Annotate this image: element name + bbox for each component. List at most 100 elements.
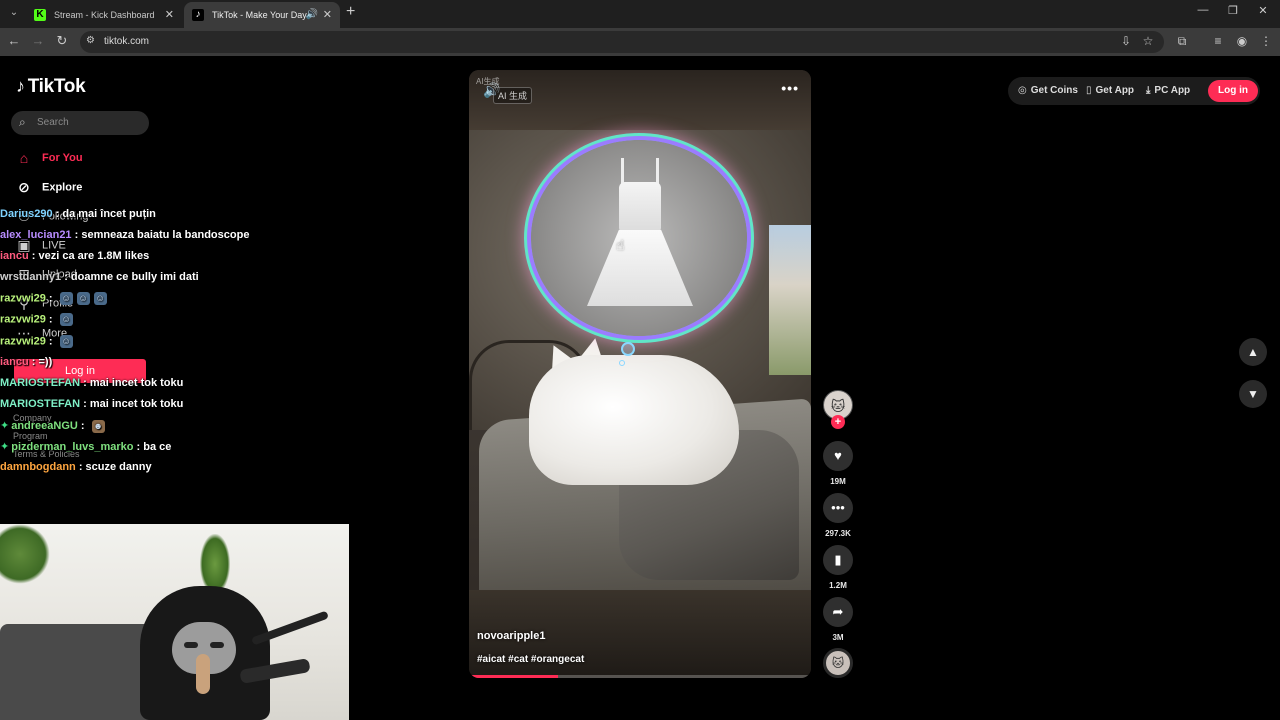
pc-app-button[interactable]: ⤓ PC App: [1146, 80, 1190, 102]
chat-text: : doamne ce bully imi dati: [61, 271, 199, 284]
menu-icon[interactable]: ⋮: [1258, 34, 1274, 48]
reload-icon[interactable]: ↻: [54, 33, 70, 49]
like-button[interactable]: ♥: [823, 441, 853, 471]
chat-message: iancu : =)): [0, 356, 360, 377]
chat-message: MARIOSTEFAN : mai incet tok toku: [0, 398, 360, 419]
back-icon[interactable]: ←: [6, 33, 22, 48]
profile-icon[interactable]: ◉: [1234, 34, 1250, 48]
video-scene: [529, 355, 739, 485]
ghost-emote-icon: ☺: [76, 292, 90, 306]
sidebar-item-label: For You: [42, 152, 83, 164]
extensions-icon[interactable]: ⧉: [1174, 34, 1190, 49]
chat-message: ✦ andreeaNGU : ☻: [0, 419, 360, 440]
chat-message: razvwi29 : ☺: [0, 313, 360, 334]
follow-plus-icon[interactable]: +: [831, 415, 845, 429]
share-count: 3M: [832, 633, 844, 642]
ghost-emote-icon: ☺: [59, 292, 73, 306]
video-author[interactable]: novoaripple1: [477, 630, 545, 642]
address-bar[interactable]: ⚙ tiktok.com: [80, 31, 1164, 53]
video-scene: [656, 158, 659, 184]
mask-eye: [210, 642, 224, 648]
download-icon: ⤓: [1146, 85, 1151, 96]
minimize-icon[interactable]: —: [1196, 4, 1210, 16]
new-tab-button[interactable]: +: [346, 3, 355, 21]
chat-text: : vezi ca are 1.8M likes: [28, 250, 150, 263]
phone-icon: ▯: [1086, 85, 1092, 96]
close-tab-icon[interactable]: ✕: [165, 2, 174, 28]
ghost-emote-icon: ☺: [59, 313, 73, 327]
chat-message: alex_lucian21 : semneaza baiatu la bando…: [0, 229, 360, 250]
ghost-emote-icon: ☺: [93, 292, 107, 306]
get-app-button[interactable]: ▯ Get App: [1086, 80, 1134, 102]
ai-generated-badge: AI 生成: [493, 87, 533, 104]
pc-app-label: PC App: [1154, 85, 1191, 96]
login-button[interactable]: Log in: [1208, 80, 1258, 102]
chat-username: damnbogdann: [0, 461, 76, 474]
tab-title: Stream - Kick Dashboard: [54, 10, 155, 20]
chat-text: :: [77, 419, 88, 432]
chat-username: iancu: [0, 250, 29, 263]
chat-username: razvwi29: [0, 313, 46, 326]
forward-icon[interactable]: →: [30, 33, 46, 48]
like-count: 19M: [830, 477, 846, 486]
music-disc-icon[interactable]: 🐱: [823, 648, 853, 678]
install-app-icon[interactable]: ⇩: [1118, 34, 1134, 48]
media-controls-icon[interactable]: ≡: [1210, 34, 1226, 48]
chat-text: : mai incet tok toku: [80, 376, 184, 389]
browser-toolbar: ← → ↻ ⚙ tiktok.com ⇩ ☆ ⧉ ≡ ◉ ⋮: [0, 28, 1280, 56]
close-window-icon[interactable]: ✕: [1256, 4, 1270, 17]
site-info-icon[interactable]: ⚙: [86, 35, 95, 46]
chat-message: razvwi29 : ☺ ☺ ☺: [0, 292, 360, 313]
close-tab-icon[interactable]: ✕: [323, 2, 332, 28]
chat-message: ✦ pizderman_luvs_marko : ba ce: [0, 440, 360, 461]
sidebar-item-explore[interactable]: ⊘ Explore: [16, 179, 82, 199]
restore-icon[interactable]: ❐: [1226, 4, 1240, 17]
chat-message: wrstdanny1 : doamne ce bully imi dati: [0, 271, 360, 292]
tiktok-favicon-icon: ♪: [192, 9, 204, 21]
more-options-icon[interactable]: •••: [781, 80, 799, 96]
sidebar-item-for-you[interactable]: ⌂ For You: [16, 150, 83, 170]
video-scene: [621, 342, 635, 356]
badge-star-icon: ✦: [0, 419, 10, 432]
tab-audio-icon[interactable]: 🔊: [306, 2, 318, 28]
chat-username: iancu: [0, 355, 29, 368]
streamer-hand: [196, 654, 210, 694]
tab-tiktok[interactable]: ♪ TikTok - Make Your Day 🔊 ✕: [184, 2, 340, 28]
video-hashtags[interactable]: #aicat #cat #orangecat: [477, 654, 584, 665]
comment-button[interactable]: •••: [823, 493, 853, 523]
previous-video-button[interactable]: ▲: [1239, 338, 1267, 366]
chat-username: wrstdanny1: [0, 271, 62, 284]
plant-decoration: [0, 524, 50, 584]
search-icon: ⌕: [19, 115, 26, 129]
bookmark-icon: ▮: [834, 552, 842, 567]
chevron-up-icon: ▲: [1247, 345, 1259, 359]
chat-text: : da mai încet puțin: [52, 208, 156, 220]
chat-username: MARIOSTEFAN: [0, 397, 81, 410]
plant-decoration: [200, 534, 230, 594]
chat-message: iancu : vezi ca are 1.8M likes: [0, 250, 360, 271]
bookmark-star-icon[interactable]: ☆: [1140, 34, 1156, 48]
chat-username: pizderman_luvs_marko: [11, 441, 134, 454]
browser-tab-strip: ⌄ K Stream - Kick Dashboard ✕ ♪ TikTok -…: [0, 0, 1280, 28]
get-coins-button[interactable]: ◎ Get Coins: [1018, 80, 1078, 102]
video-scene: [621, 158, 624, 184]
video-player[interactable]: AI生成 🔊 AI 生成 ••• novoaripple1 #aicat #ca…: [469, 70, 811, 678]
chat-text: :: [45, 334, 56, 347]
chat-text: :: [45, 292, 56, 305]
ghost-emote-icon: ☺: [59, 334, 73, 348]
tab-kick-dashboard[interactable]: K Stream - Kick Dashboard ✕: [26, 2, 182, 28]
coin-icon: ◎: [1018, 85, 1027, 96]
save-button[interactable]: ▮: [823, 545, 853, 575]
chat-message: Darius290 : da mai încet puțin: [0, 208, 360, 229]
tab-search-icon[interactable]: ⌄: [6, 5, 22, 21]
share-icon: ➦: [832, 604, 844, 619]
chat-text: : =)): [28, 355, 53, 368]
tiktok-logo[interactable]: ♪ TikTok: [16, 76, 86, 98]
next-video-button[interactable]: ▼: [1239, 380, 1267, 408]
chat-username: razvwi29: [0, 334, 46, 347]
search-input[interactable]: ⌕ Search: [11, 111, 149, 135]
chat-text: : semneaza baiatu la bandoscope: [71, 229, 250, 242]
share-button[interactable]: ➦: [823, 597, 853, 627]
chat-text: :: [45, 313, 56, 326]
video-scene: [619, 360, 625, 366]
